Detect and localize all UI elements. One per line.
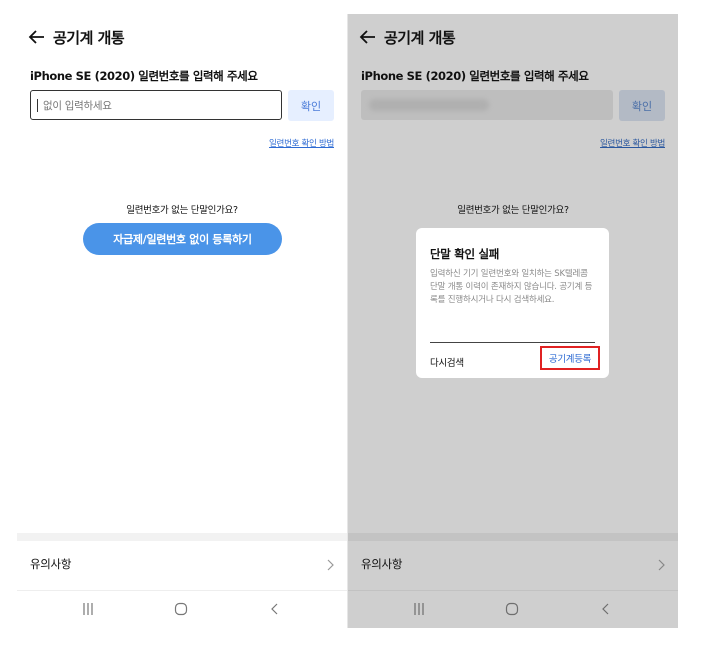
notice-item[interactable]: 유의사항 [361,556,402,572]
recent-apps-icon[interactable] [412,602,426,616]
header: 공기계 개통 [348,14,678,60]
dialog-title: 단말 확인 실패 [430,247,500,261]
chevron-right-icon [658,559,665,571]
notice-item[interactable]: 유의사항 [30,556,71,572]
retry-search-button[interactable]: 다시검색 [430,355,464,369]
page-title: 공기계 개통 [384,29,456,47]
register-unlocked-device-button[interactable]: 공기계등록 [540,346,600,370]
back-arrow-icon[interactable] [358,27,378,47]
nav-divider [348,590,678,591]
confirm-button[interactable]: 확인 [619,90,665,121]
serial-help-link[interactable]: 일련번호 확인 방법 [269,137,334,149]
chevron-right-icon [327,559,334,571]
home-icon[interactable] [174,602,188,616]
serial-input[interactable] [361,90,613,120]
header: 공기계 개통 [17,14,347,60]
nav-back-icon[interactable] [268,602,282,616]
section-divider [17,533,347,541]
back-arrow-icon[interactable] [27,27,47,47]
register-without-serial-button[interactable]: 자급제/일련번호 없이 등록하기 [83,223,282,255]
device-check-failed-dialog: 단말 확인 실패 입력하신 기기 일련번호와 일치하는 SK텔레콤 단말 개통 … [414,223,611,378]
screen-right: 공기계 개통 iPhone SE (2020) 일련번호를 입력해 주세요 확인… [348,14,678,628]
serial-input-label: iPhone SE (2020) 일련번호를 입력해 주세요 [30,69,258,83]
home-icon[interactable] [505,602,519,616]
serial-input[interactable]: 없이 입력하세요 [30,90,282,120]
system-nav-bar [17,598,347,622]
serial-input-placeholder: 없이 입력하세요 [43,100,112,112]
no-serial-question: 일련번호가 없는 단말인가요? [126,205,238,216]
nav-back-icon[interactable] [599,602,613,616]
system-nav-bar [348,598,678,622]
blurred-serial-value [369,99,489,111]
screen-left: 공기계 개통 iPhone SE (2020) 일련번호를 입력해 주세요 없이… [17,14,347,628]
serial-help-link[interactable]: 일련번호 확인 방법 [600,137,665,149]
underlying-button-edge [414,223,611,239]
section-divider [348,533,678,541]
nav-divider [17,590,347,591]
no-serial-question: 일련번호가 없는 단말인가요? [457,205,569,216]
dialog-separator [430,342,595,343]
text-caret [37,99,38,112]
page-title: 공기계 개통 [53,29,125,47]
recent-apps-icon[interactable] [81,602,95,616]
serial-input-label: iPhone SE (2020) 일련번호를 입력해 주세요 [361,69,589,83]
confirm-button[interactable]: 확인 [288,90,334,121]
dialog-message: 입력하신 기기 일련번호와 일치하는 SK텔레콤 단말 개통 이력이 존재하지 … [430,269,593,305]
